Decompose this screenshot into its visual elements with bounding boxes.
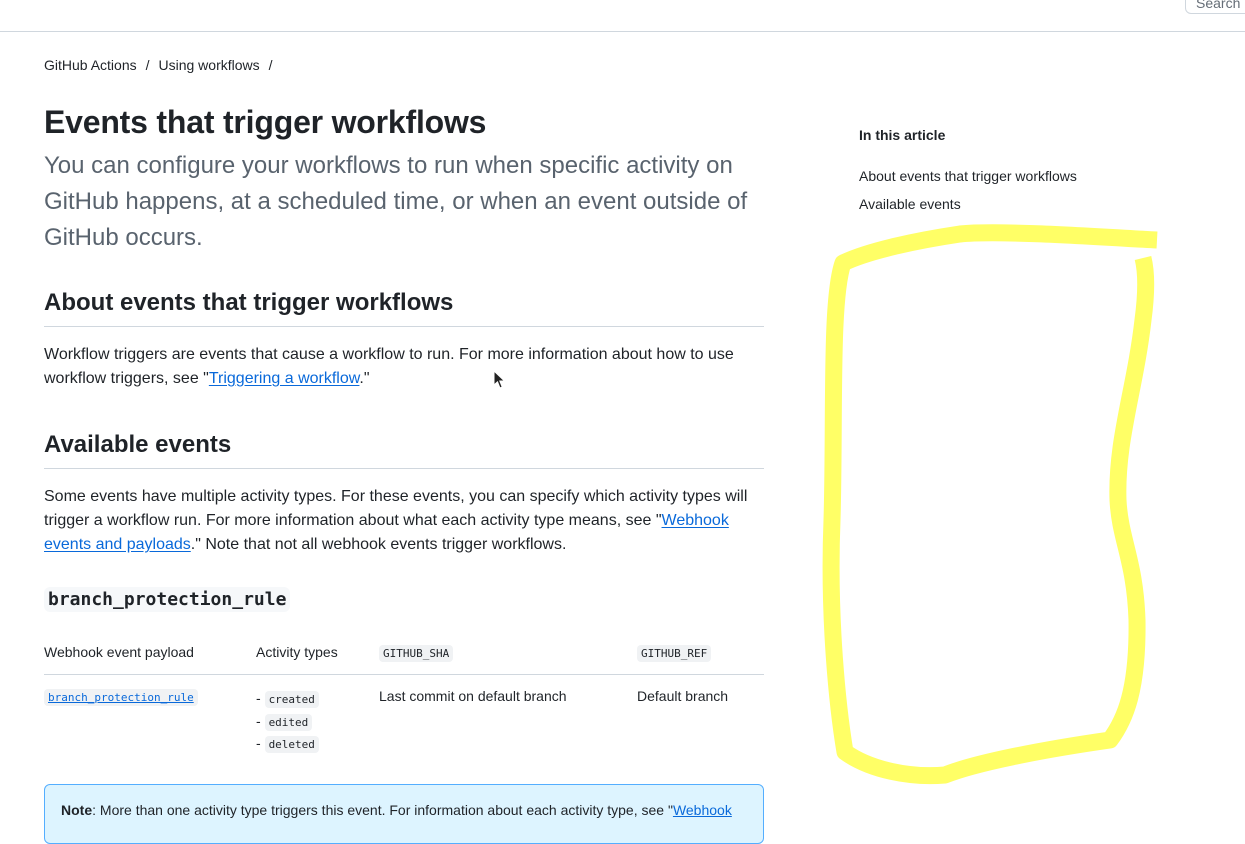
table-header-row: Webhook event payload Activity types GIT… bbox=[44, 638, 764, 675]
table-row: branch_protection_rule created edited de… bbox=[44, 675, 764, 764]
available-text: Some events have multiple activity types… bbox=[44, 488, 748, 529]
list-item: deleted bbox=[256, 733, 379, 756]
activity-type-code: deleted bbox=[264, 736, 319, 753]
activity-types-list: created edited deleted bbox=[256, 688, 379, 756]
event-name-code: branch_protection_rule bbox=[44, 587, 291, 612]
header-activity-types: Activity types bbox=[256, 638, 379, 675]
payload-link[interactable]: branch_protection_rule bbox=[44, 689, 198, 706]
github-sha-code: GITHUB_SHA bbox=[379, 645, 454, 662]
ref-cell: Default branch bbox=[637, 688, 729, 704]
event-heading[interactable]: branch_protection_rule bbox=[44, 587, 291, 612]
breadcrumb-item-using-workflows[interactable]: Using workflows bbox=[159, 57, 260, 73]
highlight-scribble bbox=[822, 224, 1158, 785]
toc-item: Available events bbox=[859, 195, 1077, 223]
available-paragraph: Some events have multiple activity types… bbox=[44, 485, 764, 557]
github-ref-code: GITHUB_REF bbox=[637, 645, 712, 662]
header-github-ref: GITHUB_REF bbox=[637, 638, 764, 675]
toc-item: About events that trigger workflows bbox=[859, 167, 1077, 195]
note-webhook-link[interactable]: Webhook bbox=[673, 802, 732, 818]
activity-types-cell: created edited deleted bbox=[256, 675, 379, 764]
heading-about-events[interactable]: About events that trigger workflows bbox=[44, 289, 764, 327]
note-text: : More than one activity type triggers t… bbox=[92, 802, 673, 818]
activity-type-code: edited bbox=[264, 713, 313, 731]
triggering-workflow-link[interactable]: Triggering a workflow bbox=[209, 370, 360, 387]
breadcrumb-separator: / bbox=[145, 57, 150, 73]
note-label: Note bbox=[61, 802, 93, 818]
breadcrumb: GitHub Actions / Using workflows / bbox=[44, 57, 282, 73]
sha-cell: Last commit on default branch bbox=[379, 688, 567, 704]
toc-list: About events that trigger workflows Avai… bbox=[859, 167, 1077, 223]
about-text-end: ." bbox=[359, 370, 370, 387]
header-github-sha: GITHUB_SHA bbox=[379, 638, 637, 675]
search-input[interactable]: Search bbox=[1185, 0, 1245, 14]
header-webhook-payload: Webhook event payload bbox=[44, 638, 256, 675]
heading-available-events[interactable]: Available events bbox=[44, 431, 764, 469]
event-table: Webhook event payload Activity types GIT… bbox=[44, 638, 764, 764]
about-text: Workflow triggers are events that cause … bbox=[44, 346, 734, 387]
top-navbar: Search bbox=[0, 0, 1245, 32]
page-intro: You can configure your workflows to run … bbox=[44, 152, 748, 251]
breadcrumb-item-github-actions[interactable]: GitHub Actions bbox=[44, 57, 137, 73]
breadcrumb-separator: / bbox=[268, 57, 273, 73]
note-callout: Note: More than one activity type trigge… bbox=[44, 784, 764, 844]
payload-cell: branch_protection_rule bbox=[44, 675, 256, 764]
toc-link-available-events[interactable]: Available events bbox=[859, 196, 961, 212]
toc-link-about-events[interactable]: About events that trigger workflows bbox=[859, 168, 1077, 184]
mouse-pointer-icon bbox=[493, 370, 506, 389]
list-item: edited bbox=[256, 711, 379, 734]
activity-type-code: created bbox=[264, 691, 319, 708]
page-title: Events that trigger workflows bbox=[44, 104, 487, 140]
list-item: created bbox=[256, 688, 379, 711]
available-text-end: ." Note that not all webhook events trig… bbox=[190, 536, 567, 553]
toc-title: In this article bbox=[859, 127, 946, 143]
about-paragraph: Workflow triggers are events that cause … bbox=[44, 343, 764, 391]
